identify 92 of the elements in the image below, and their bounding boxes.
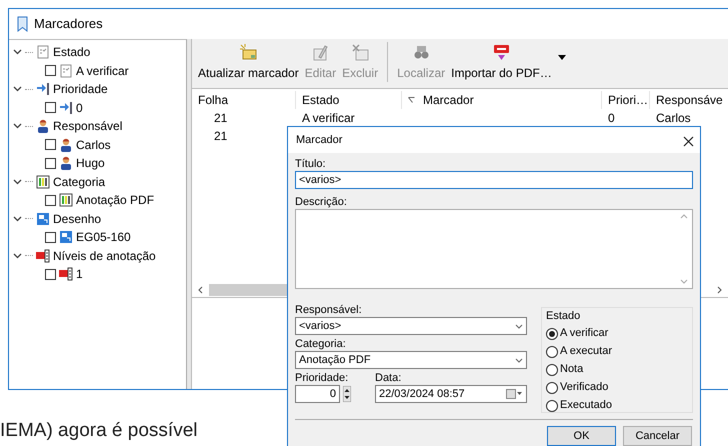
chart-icon — [59, 193, 73, 208]
column-header[interactable]: Folha — [198, 91, 228, 109]
dropdown-icon[interactable] — [515, 324, 523, 328]
tree-node[interactable]: 0 — [76, 98, 83, 117]
tree-node[interactable]: Desenho — [53, 210, 102, 228]
radio-button[interactable] — [546, 382, 558, 394]
person-icon — [59, 138, 73, 152]
toolbar-button[interactable]: Atualizar marcador — [196, 43, 301, 82]
person-icon — [59, 156, 73, 170]
spinner-icon[interactable] — [343, 386, 351, 402]
caret-icon[interactable] — [558, 55, 566, 60]
table-cell: 21 — [214, 128, 228, 142]
arrow-icon — [59, 100, 73, 115]
chart-icon — [36, 174, 50, 189]
tree-node[interactable]: Categoria — [53, 172, 106, 191]
field-label: Categoria: — [295, 337, 347, 351]
category-dropdown[interactable]: Anotação PDF — [295, 351, 527, 369]
expand-icon[interactable] — [13, 178, 22, 185]
arrow-icon — [36, 82, 50, 96]
column-header[interactable]: Estado — [302, 91, 340, 109]
dialog-button[interactable]: Cancelar — [623, 426, 692, 446]
folder-sparkle-icon — [239, 43, 258, 61]
tree-node[interactable]: Carlos — [76, 136, 111, 154]
pdf-icon — [492, 43, 510, 61]
field-label: Título: — [295, 157, 327, 171]
scroll-right-icon[interactable] — [715, 286, 723, 294]
tree-node[interactable]: Prioridade — [53, 80, 108, 98]
layer-icon — [36, 248, 50, 263]
field-label: Descrição: — [295, 195, 348, 209]
checkbox[interactable] — [45, 268, 56, 280]
tree-node[interactable]: EG05-160 — [76, 228, 131, 246]
delete-icon — [351, 43, 370, 61]
expand-icon[interactable] — [13, 86, 22, 92]
column-header[interactable]: Priori… — [608, 91, 648, 109]
bookmark-icon — [17, 16, 28, 32]
dialog-title: Marcador — [296, 132, 342, 148]
layer-icon — [59, 267, 73, 282]
tree-node[interactable]: 1 — [76, 265, 83, 284]
table-cell: A verificar — [302, 111, 355, 125]
tree-node[interactable]: Níveis de anotação — [53, 246, 156, 265]
checkbox[interactable] — [45, 232, 56, 243]
radio-button[interactable] — [546, 364, 558, 376]
window-title: Marcadores — [34, 15, 103, 34]
person-icon — [36, 119, 50, 134]
drawing-icon — [36, 212, 50, 226]
scroll-left-icon[interactable] — [197, 286, 205, 294]
column-header[interactable]: Responsáve — [656, 91, 723, 109]
tree-node[interactable]: Anotação PDF — [76, 191, 154, 210]
radio-label[interactable]: Nota — [560, 361, 584, 378]
table-cell: Carlos — [656, 111, 691, 125]
toolbar-button[interactable]: Importar do PDF… — [449, 43, 554, 82]
checkbox[interactable] — [45, 139, 56, 150]
dropdown-icon[interactable] — [515, 358, 523, 362]
binoculars-icon — [412, 43, 430, 61]
expand-icon[interactable] — [13, 216, 22, 222]
tree-node[interactable]: Hugo — [76, 154, 105, 172]
calendar-icon[interactable] — [506, 389, 523, 399]
radio-label[interactable]: A executar — [560, 343, 612, 360]
tree-node[interactable]: Estado — [53, 43, 90, 62]
expand-icon[interactable] — [13, 252, 22, 259]
radio-label[interactable]: Verificado — [560, 379, 608, 396]
title-field[interactable]: <varios> — [295, 171, 693, 189]
radio-label[interactable]: Executado — [560, 397, 612, 414]
tree-node[interactable]: A verificar — [76, 62, 129, 80]
table-cell: 21 — [214, 111, 228, 125]
checklist-icon — [59, 64, 73, 78]
radio-button[interactable] — [546, 400, 558, 412]
dialog-button[interactable]: OK — [547, 426, 616, 446]
radio-button[interactable] — [546, 328, 558, 340]
expand-icon[interactable] — [13, 49, 22, 56]
checkbox[interactable] — [45, 65, 56, 76]
checklist-icon — [36, 45, 50, 60]
field-label: Prioridade: — [295, 371, 350, 385]
document-text: IEMA) agora é possível — [0, 419, 198, 443]
expand-icon[interactable] — [13, 123, 22, 130]
checkbox[interactable] — [45, 194, 56, 206]
priority-field[interactable]: 0 — [295, 385, 340, 403]
scrollbar-thumb[interactable] — [209, 284, 287, 296]
responsible-dropdown[interactable]: <varios> — [295, 317, 527, 335]
pencil-icon — [311, 43, 330, 61]
date-field[interactable]: 22/03/2024 08:57 — [375, 385, 527, 403]
checkbox[interactable] — [45, 158, 56, 169]
radio-label[interactable]: A verificar — [560, 325, 608, 342]
field-label: Responsável: — [295, 303, 363, 317]
table-cell: 0 — [608, 111, 615, 125]
checkbox[interactable] — [45, 102, 56, 114]
field-label: Data: — [375, 371, 402, 385]
drawing-icon — [59, 230, 73, 244]
radio-button[interactable] — [546, 346, 558, 358]
tree-node[interactable]: Responsável — [53, 117, 122, 136]
column-header[interactable]: Marcador — [423, 91, 474, 109]
close-icon[interactable] — [683, 136, 694, 147]
